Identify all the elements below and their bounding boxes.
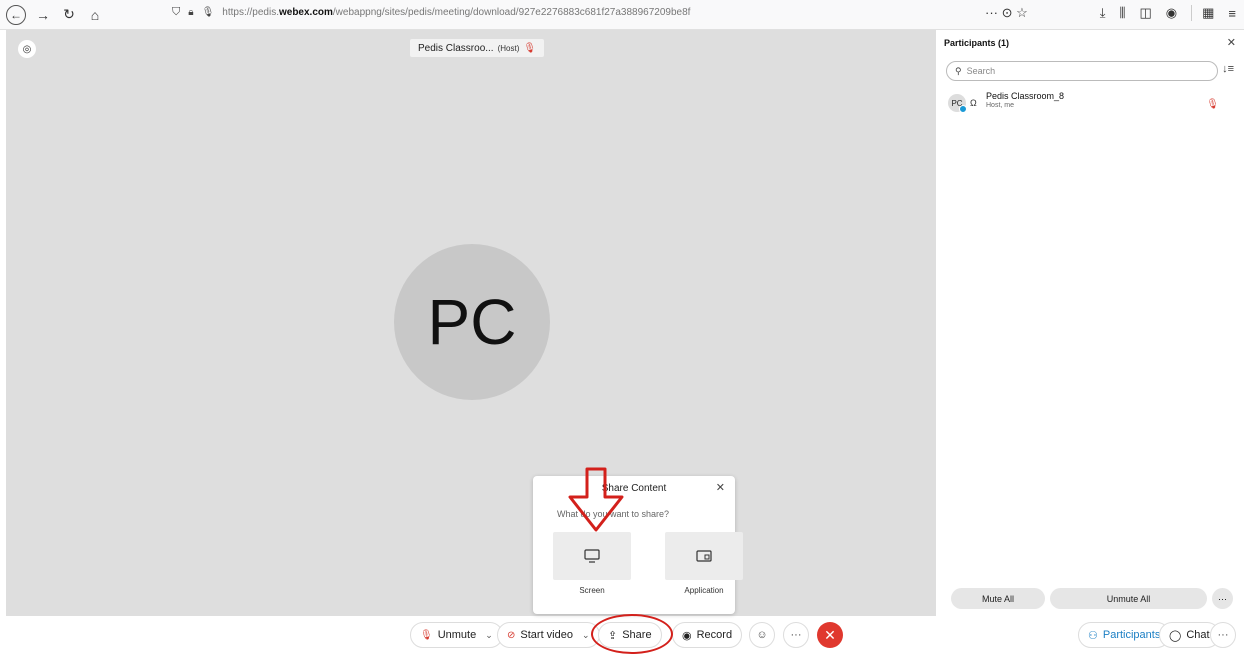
sort-icon[interactable]: ↓≡ — [1222, 63, 1234, 75]
participants-title: Participants (1) — [944, 38, 1010, 48]
url-prefix: https://pedis. — [222, 7, 279, 18]
participants-panel: Participants (1) ✕ ⚲ Search ↓≡ PC Ω Pedi… — [936, 30, 1244, 620]
home-icon[interactable]: ⌂ — [84, 4, 106, 26]
meeting-stage: ◎ Pedis Classroo... (Host) 🎙︎ PC — [6, 30, 936, 616]
participant-search-input[interactable]: ⚲ Search — [946, 61, 1218, 81]
lock-icon[interactable]: 🔒︎ — [188, 7, 193, 18]
application-window-icon — [696, 550, 712, 562]
shield-icon[interactable]: ⛉ — [172, 6, 180, 19]
library-icon[interactable]: ⫼ — [1119, 5, 1125, 21]
mic-muted-icon[interactable]: 🎙︎ — [1206, 99, 1219, 110]
video-off-icon: ⊘ — [507, 629, 516, 641]
chevron-down-icon[interactable]: ⌄ — [485, 630, 493, 641]
share-content-dialog: Share Content ✕ What do you want to shar… — [533, 476, 743, 614]
mute-all-button[interactable]: Mute All — [951, 588, 1045, 609]
more-options-label: ··· — [790, 629, 802, 641]
account-icon[interactable]: ◉ — [1166, 5, 1177, 21]
download-icon[interactable]: ⤓ — [1100, 5, 1106, 21]
chevron-down-icon[interactable]: ⌄ — [582, 630, 590, 641]
panel-more-button[interactable]: ··· — [1210, 622, 1236, 648]
reload-icon[interactable]: ↻ — [58, 4, 80, 26]
participant-role: Host, me — [986, 102, 1015, 109]
participants-toggle-label: Participants — [1102, 629, 1161, 641]
forward-icon[interactable]: → — [32, 4, 54, 26]
panel-more-label: ··· — [1217, 629, 1229, 641]
person-icon: ⚇ — [1088, 629, 1098, 642]
page-actions-icons[interactable]: ··· ⊙ ☆ — [985, 5, 1028, 21]
mic-muted-icon: 🎙︎ — [420, 629, 433, 641]
mic-muted-icon: 🎙︎ — [523, 42, 537, 54]
video-name-label: Pedis Classroo... (Host) 🎙︎ — [410, 39, 545, 57]
share-application-label: Application — [684, 586, 724, 595]
participants-toggle-button[interactable]: ⚇ Participants — [1078, 622, 1171, 648]
search-placeholder: Search — [966, 66, 996, 76]
start-video-label: Start video — [520, 629, 573, 641]
close-icon[interactable]: ✕ — [716, 481, 725, 494]
avatar: PC — [394, 244, 550, 400]
smiley-icon: ☺ — [756, 629, 768, 641]
unmute-label: Unmute — [437, 629, 477, 641]
browser-toolbar: ← → ↻ ⌂ ⛉ 🔒︎ 🎙︎ https://pedis.webex.com/… — [0, 0, 1244, 30]
address-bar[interactable]: ⛉ 🔒︎ 🎙︎ https://pedis.webex.com/webappng… — [172, 6, 690, 19]
unmute-button[interactable]: 🎙︎ Unmute ⌄ — [410, 622, 503, 648]
close-icon: ✕ — [824, 626, 836, 643]
record-button[interactable]: ◉ Record — [672, 622, 743, 648]
extensions-icon[interactable]: ▦ — [1191, 5, 1214, 21]
page-actions[interactable]: ··· ⊙ ☆ — [985, 5, 1028, 21]
video-name-text: Pedis Classroo... — [418, 42, 494, 54]
search-icon: ⚲ — [955, 65, 962, 76]
record-icon: ◉ — [682, 629, 692, 642]
leave-meeting-button[interactable]: ✕ — [817, 622, 843, 648]
url-domain: webex.com — [278, 7, 333, 18]
close-icon[interactable]: ✕ — [1227, 36, 1236, 49]
headset-icon: Ω — [970, 98, 977, 108]
start-video-button[interactable]: ⊘ Start video ⌄ — [497, 622, 600, 648]
unmute-all-button[interactable]: Unmute All — [1050, 588, 1207, 609]
host-tag: (Host) — [497, 43, 520, 53]
back-icon[interactable]: ← — [6, 4, 26, 25]
share-application-option[interactable] — [665, 532, 743, 580]
share-screen-option[interactable] — [553, 532, 631, 580]
browser-right-icons: ⤓ ⫼ ◫ ◉ ▦ ≡ — [1100, 5, 1236, 21]
participant-name: Pedis Classroom_8 — [986, 91, 1065, 101]
participant-row[interactable]: PC Ω Pedis Classroom_8 Host, me 🎙︎ — [948, 90, 1233, 120]
annotation-arrow-icon — [568, 467, 624, 532]
meeting-info-icon[interactable]: ◎ — [18, 40, 36, 58]
panel-options-button[interactable]: ··· — [1212, 588, 1233, 609]
more-options-button[interactable]: ··· — [783, 622, 809, 648]
chat-toggle-label: Chat — [1186, 629, 1210, 641]
mic-permission-icon[interactable]: 🎙︎ — [202, 7, 215, 18]
chat-icon: ◯ — [1169, 629, 1182, 642]
menu-icon[interactable]: ≡ — [1228, 6, 1236, 21]
url-path: /webappng/sites/pedis/meeting/download/9… — [332, 7, 691, 18]
reactions-button[interactable]: ☺ — [749, 622, 775, 648]
status-badge — [959, 105, 967, 113]
record-label: Record — [696, 629, 733, 641]
share-dialog-title: Share Content — [601, 483, 667, 494]
sidebar-icon[interactable]: ◫ — [1139, 5, 1151, 21]
share-annotation-circle — [591, 614, 673, 654]
monitor-icon — [584, 549, 600, 563]
share-screen-label: Screen — [579, 586, 605, 595]
